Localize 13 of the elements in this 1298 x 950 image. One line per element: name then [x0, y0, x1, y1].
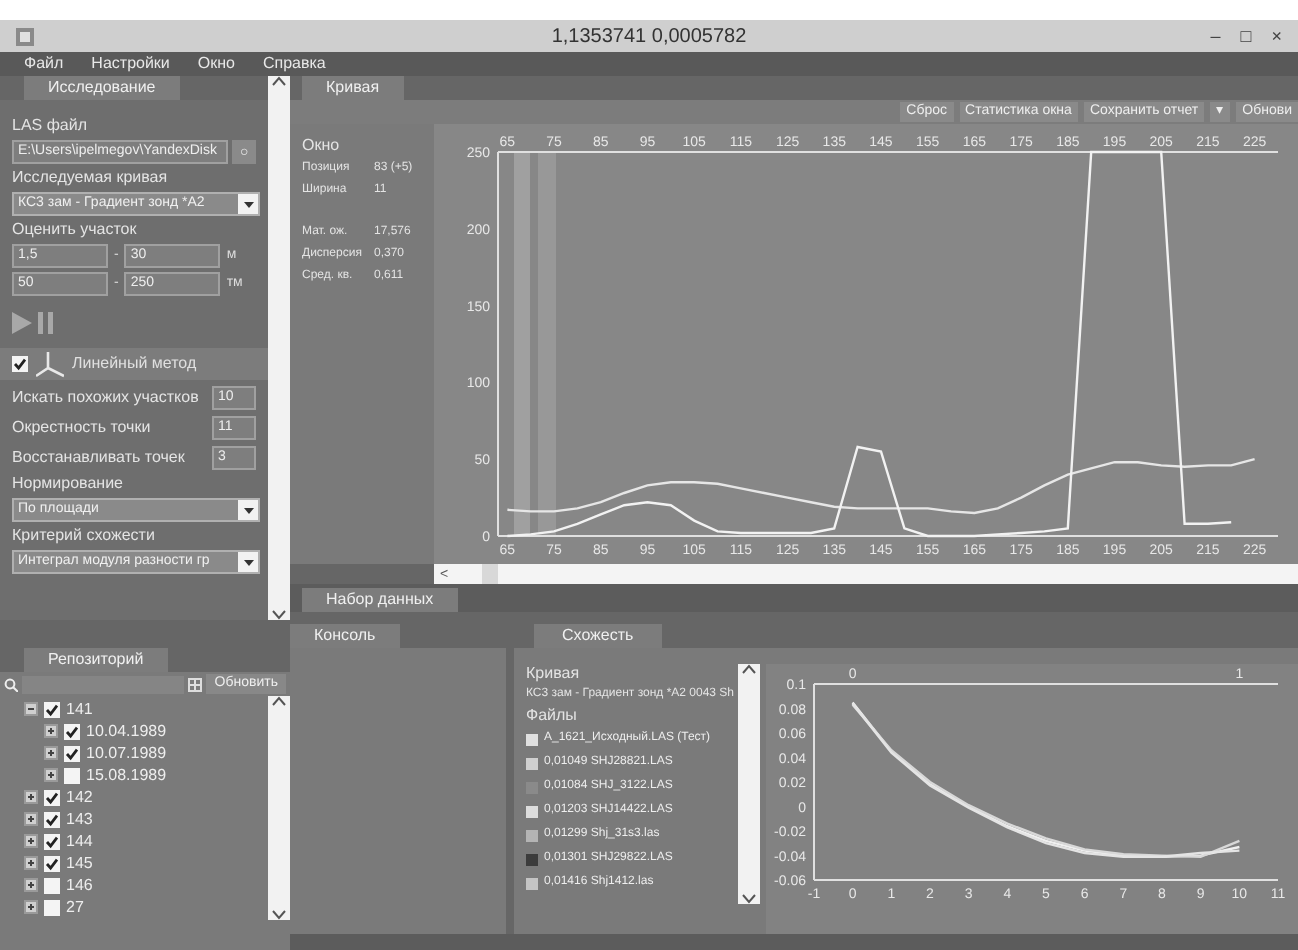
field-label: Исследуемая кривая	[12, 168, 170, 188]
curve-label: Кривая	[526, 664, 582, 684]
field-label: Нормирование	[12, 474, 125, 494]
field-label: Искать похожих участков	[12, 387, 199, 407]
field-label: Критерий схожести	[12, 526, 157, 546]
window-title: 1,1353741 0,0005782	[551, 23, 747, 51]
field-label: LAS файл	[12, 116, 90, 136]
field-label: Оценить участок	[12, 220, 139, 240]
files-label: Файлы	[526, 706, 579, 726]
method-label: Линейный метод	[72, 352, 197, 376]
field-label: Окрестность точки	[12, 417, 151, 437]
stats-title: Окно	[302, 136, 342, 156]
field-label: Восстанавливать точек	[12, 447, 185, 467]
